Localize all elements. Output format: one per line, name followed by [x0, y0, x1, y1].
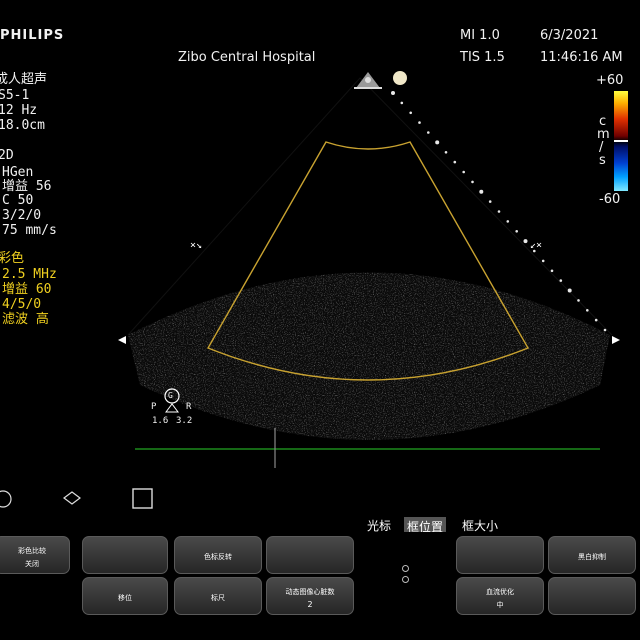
- mode-2d-gain: 增益 56: [2, 179, 52, 194]
- depth-tick: [400, 101, 404, 105]
- color-mode-title: 彩色: [0, 251, 25, 266]
- mode-2d-title: 2D: [0, 148, 14, 163]
- focus-badge-text: G: [168, 391, 173, 400]
- depth-tick: [453, 160, 457, 164]
- depth-tick: [550, 269, 554, 273]
- dynamic-heart-rate-button[interactable]: 动态图像心脏数 2: [266, 577, 354, 615]
- mode-2d-freq: HGen: [2, 165, 34, 180]
- bw-suppress-button[interactable]: 黑白抑制: [548, 536, 636, 574]
- mode-2d-compress: C 50: [2, 193, 34, 208]
- focus-right-label: R: [186, 402, 192, 412]
- right-edge-marker: [612, 336, 620, 344]
- depth-tick: [594, 318, 598, 322]
- focus-left-label: P: [151, 402, 157, 412]
- color-mode-gain: 增益 60: [2, 282, 52, 297]
- depth-tick: [567, 288, 572, 293]
- color-mode-filter: 滤波 高: [2, 312, 49, 327]
- depth-tick: [391, 91, 395, 95]
- color-scale-unit-s: s: [599, 153, 606, 168]
- depth-tick: [488, 200, 492, 203]
- tis-value: TIS 1.5: [460, 50, 505, 65]
- focus-left-value: 1.6: [152, 416, 169, 426]
- depth-tick: [506, 220, 510, 223]
- focus-triangle-icon: [165, 403, 179, 413]
- annotation-icon[interactable]: [0, 490, 12, 508]
- depth-tick: [523, 239, 528, 244]
- depth-tick: [603, 328, 607, 332]
- exam-date: 6/3/2021: [540, 28, 599, 43]
- focus-right-value: 3.2: [176, 416, 193, 426]
- depth-tick: [444, 151, 448, 154]
- depth-tick: [515, 230, 518, 233]
- color-compare-button[interactable]: 彩色比较 关闭: [0, 536, 70, 574]
- page-dot-1[interactable]: [402, 565, 409, 572]
- frame-rate: 12 Hz: [0, 103, 38, 118]
- depth-tick: [559, 279, 563, 282]
- color-scale-top: +60: [596, 73, 624, 88]
- color-scale-bottom: -60: [599, 192, 621, 207]
- depth-tick: [409, 111, 413, 115]
- blank-button-3[interactable]: [456, 536, 544, 574]
- color-mode-persist: 4/5/0: [2, 297, 42, 312]
- color-invert-button[interactable]: 色标反转: [174, 536, 262, 574]
- color-scale-baseline: [614, 140, 628, 142]
- ultrasound-screen: ×↘ ↙× PHILIPS Zibo Central Hospital MI 1…: [0, 0, 640, 640]
- depth-tick: [586, 309, 589, 312]
- depth-tick: [497, 210, 501, 213]
- scale-button[interactable]: 标尺: [174, 577, 262, 615]
- blank-button-1[interactable]: [82, 536, 168, 574]
- mi-value: MI 1.0: [460, 28, 500, 43]
- frame-icon[interactable]: [132, 488, 153, 509]
- steer-marker-left: ×↘: [190, 240, 202, 251]
- hospital-name: Zibo Central Hospital: [178, 50, 316, 65]
- control-panel: 彩色比较 关闭 色标反转 黑白抑制 移位 标尺 动态图像心脏数 2 血流优化 中: [0, 532, 640, 640]
- sun-icon: [393, 71, 407, 85]
- depth-tick: [435, 140, 440, 145]
- blank-button-4[interactable]: [548, 577, 636, 615]
- steer-marker-right: ↙×: [530, 240, 542, 251]
- mode-2d-persist: 3/2/0: [2, 208, 42, 223]
- flow-optimize-button[interactable]: 血流优化 中: [456, 577, 544, 615]
- blank-button-2[interactable]: [266, 536, 354, 574]
- transducer-name: S5-1: [0, 88, 30, 103]
- brand-logo: PHILIPS: [0, 28, 65, 43]
- left-edge-marker: [118, 336, 126, 344]
- preset-name: 成人超声: [0, 72, 48, 87]
- depth-value: 18.0cm: [0, 118, 45, 133]
- depth-tick: [418, 121, 421, 124]
- page-dot-2[interactable]: [402, 576, 409, 583]
- depth-tick: [577, 299, 580, 302]
- image-icon[interactable]: [63, 491, 81, 505]
- exam-time: 11:46:16 AM: [540, 50, 623, 65]
- depth-tick: [427, 131, 430, 134]
- shift-button[interactable]: 移位: [82, 577, 168, 615]
- depth-tick: [541, 259, 545, 263]
- depth-tick: [462, 170, 466, 174]
- depth-tick: [479, 189, 484, 194]
- depth-tick: [471, 180, 474, 184]
- color-mode-freq: 2.5 MHz: [2, 267, 57, 282]
- mode-2d-sweep: 75 mm/s: [2, 223, 57, 238]
